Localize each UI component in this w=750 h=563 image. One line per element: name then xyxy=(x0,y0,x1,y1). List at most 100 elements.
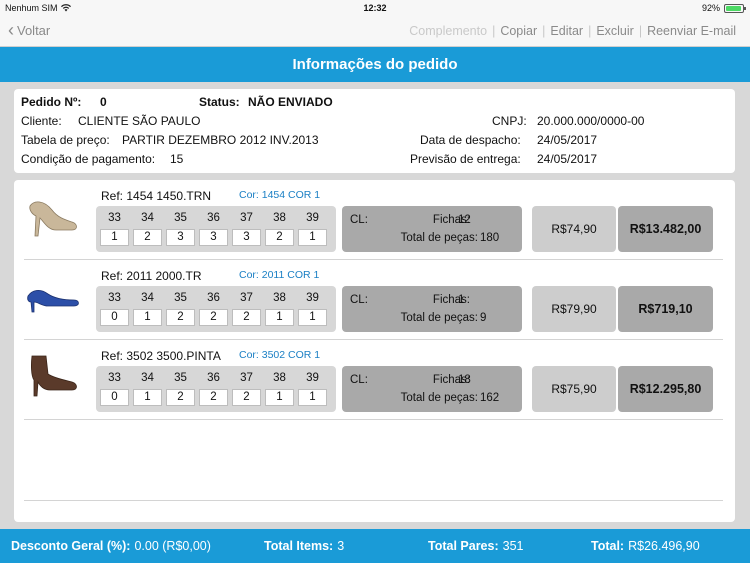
back-button[interactable]: ‹ Voltar xyxy=(8,20,50,40)
pares-label: Total Pares: xyxy=(428,539,499,553)
size-quantity: 1 xyxy=(133,389,162,406)
status-label: Status: xyxy=(199,95,240,109)
desconto-value: 0.00 (R$0,00) xyxy=(134,539,211,553)
fichas-value: 18 xyxy=(458,374,471,386)
order-items-list: Ref: 1454 1450.TRN Cor: 1454 COR 1 33 34… xyxy=(14,180,735,522)
fichas-value: 12 xyxy=(458,214,471,226)
size-quantity: 1 xyxy=(298,309,327,326)
size-quantity: 3 xyxy=(232,229,261,246)
pares-value: 351 xyxy=(502,539,524,553)
size-quantity: 1 xyxy=(100,229,129,246)
total-label: Total: xyxy=(591,539,625,553)
previsao-value: 24/05/2017 xyxy=(537,152,598,166)
editar-button[interactable]: Editar xyxy=(550,24,583,38)
items-summary: Total Items: 3 xyxy=(264,539,344,553)
total-pecas-label: Total de peças: xyxy=(400,232,478,244)
items-value: 3 xyxy=(337,539,345,553)
complemento-button[interactable]: Complemento xyxy=(409,24,487,38)
size-label: 36 xyxy=(207,212,220,224)
item-cor: Cor: 3502 COR 1 xyxy=(239,349,321,361)
fichas-value: 1 xyxy=(458,294,465,306)
copiar-button[interactable]: Copiar xyxy=(500,24,537,38)
size-label: 35 xyxy=(174,372,187,384)
separator: | xyxy=(542,24,546,38)
item-ref: Ref: 1454 1450.TRN xyxy=(101,189,212,203)
status-bar: Nenhum SIM 12:32 92% xyxy=(0,0,750,16)
chevron-left-icon: ‹ xyxy=(8,20,14,40)
size-quantity: 0 xyxy=(100,309,129,326)
size-label: 35 xyxy=(174,292,187,304)
battery-icon xyxy=(724,3,746,13)
size-label: 33 xyxy=(108,212,121,224)
size-quantity: 1 xyxy=(298,229,327,246)
size-label: 36 xyxy=(207,372,220,384)
condicao-value: 15 xyxy=(170,152,184,166)
desconto-label: Desconto Geral (%): xyxy=(11,539,131,553)
size-quantity: 1 xyxy=(265,389,294,406)
item-cor: Cor: 2011 COR 1 xyxy=(239,269,320,281)
page-title: Informações do pedido xyxy=(0,47,750,82)
cl-summary: CL: Fichas: 1 Total de peças: 9 xyxy=(342,286,522,332)
size-grid: 33 34 35 36 37 38 39 0 1 2 2 2 1 1 xyxy=(96,286,336,332)
size-quantity: 1 xyxy=(265,309,294,326)
separator: | xyxy=(492,24,496,38)
size-label: 38 xyxy=(273,372,286,384)
list-item[interactable]: Ref: 1454 1450.TRN Cor: 1454 COR 1 33 34… xyxy=(24,180,723,260)
list-item[interactable]: Ref: 2011 2000.TR Cor: 2011 COR 1 33 34 … xyxy=(24,260,723,340)
list-item[interactable]: Ref: 3502 3500.PINTA Cor: 3502 COR 1 33 … xyxy=(24,340,723,420)
unit-price: R$74,90 xyxy=(532,206,616,252)
size-grid: 33 34 35 36 37 38 39 1 2 3 3 3 2 1 xyxy=(96,206,336,252)
status-value: NÃO ENVIADO xyxy=(248,95,333,109)
size-label: 39 xyxy=(306,372,319,384)
size-label: 35 xyxy=(174,212,187,224)
previsao-label: Previsão de entrega: xyxy=(410,152,521,166)
desconto-summary: Desconto Geral (%): 0.00 (R$0,00) xyxy=(11,539,211,553)
size-quantity: 1 xyxy=(298,389,327,406)
size-label: 36 xyxy=(207,292,220,304)
nav-actions: Complemento | Copiar | Editar | Excluir … xyxy=(409,24,736,38)
size-quantity: 0 xyxy=(100,389,129,406)
excluir-button[interactable]: Excluir xyxy=(596,24,634,38)
pedido-value: 0 xyxy=(100,95,107,109)
tabela-label: Tabela de preço: xyxy=(21,133,110,147)
despacho-label: Data de despacho: xyxy=(420,133,521,147)
cl-summary: CL: Fichas: 12 Total de peças: 180 xyxy=(342,206,522,252)
size-label: 34 xyxy=(141,212,154,224)
size-quantity: 1 xyxy=(133,309,162,326)
unit-price: R$75,90 xyxy=(532,366,616,412)
size-label: 37 xyxy=(240,372,253,384)
shoe-thumbnail xyxy=(27,290,79,313)
size-quantity: 2 xyxy=(199,309,228,326)
size-quantity: 2 xyxy=(265,229,294,246)
reenviar-email-button[interactable]: Reenviar E-mail xyxy=(647,24,736,38)
size-quantity: 2 xyxy=(166,309,195,326)
size-label: 33 xyxy=(108,292,121,304)
size-label: 38 xyxy=(273,212,286,224)
item-ref: Ref: 2011 2000.TR xyxy=(101,269,202,283)
total-pecas-value: 9 xyxy=(480,312,487,324)
fichas-label: Fichas: xyxy=(432,214,470,226)
total-pecas-label: Total de peças: xyxy=(400,392,478,404)
total-pecas-label: Total de peças: xyxy=(400,312,478,324)
total-pecas-value: 180 xyxy=(480,232,500,244)
total-summary: Total: R$26.496,90 xyxy=(591,539,700,553)
size-label: 39 xyxy=(306,292,319,304)
size-label: 39 xyxy=(306,212,319,224)
separator: | xyxy=(588,24,592,38)
size-quantity: 2 xyxy=(232,389,261,406)
size-quantity: 3 xyxy=(166,229,195,246)
tabela-value: PARTIR DEZEMBRO 2012 INV.2013 xyxy=(122,133,319,147)
size-label: 37 xyxy=(240,292,253,304)
clock: 12:32 xyxy=(363,3,387,13)
size-quantity: 2 xyxy=(166,389,195,406)
size-label: 38 xyxy=(273,292,286,304)
item-cor: Cor: 1454 COR 1 xyxy=(239,189,321,201)
size-quantity: 2 xyxy=(133,229,162,246)
cliente-value: CLIENTE SÃO PAULO xyxy=(78,114,201,128)
size-quantity: 2 xyxy=(199,389,228,406)
item-ref: Ref: 3502 3500.PINTA xyxy=(101,349,221,363)
size-label: 37 xyxy=(240,212,253,224)
size-quantity: 2 xyxy=(232,309,261,326)
item-total: R$13.482,00 xyxy=(618,206,713,252)
items-label: Total Items: xyxy=(264,539,334,553)
